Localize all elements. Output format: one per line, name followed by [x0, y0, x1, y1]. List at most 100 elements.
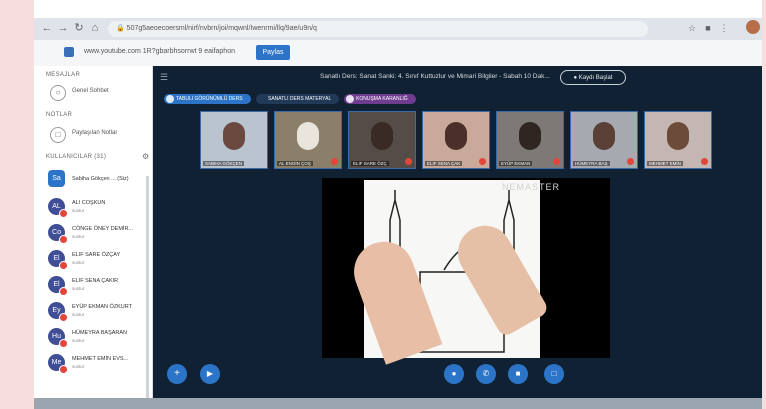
section-messages: MESAJLAR	[46, 72, 81, 78]
shared-notes-item[interactable]: □ Paylaşılan Notlar	[48, 124, 144, 144]
participant-image	[667, 122, 689, 150]
video-tile[interactable]: EYÜP EKMAN	[496, 111, 564, 169]
user-status: sustur	[72, 338, 85, 343]
user-name: ELIF SARE ÖZÇAY	[72, 252, 121, 258]
user-item[interactable]: Hu HÜMEYRA BAŞARAN sustur	[48, 326, 144, 348]
menu-icon[interactable]: ⋮	[718, 22, 730, 34]
person-icon	[346, 95, 354, 103]
participant-image	[223, 122, 245, 150]
video-tile[interactable]: MEHMET EMİN	[644, 111, 712, 169]
chip-label: TABULI GÖRÜNÜMLÜ DERS	[176, 96, 243, 102]
video-tile[interactable]: ELIF SENA ÇAK	[422, 111, 490, 169]
chip[interactable]: SANATLI DERS MATERYAL	[256, 94, 340, 104]
lock-icon: 🔒	[116, 25, 127, 32]
user-status: sustur	[72, 234, 85, 239]
screen-share-button[interactable]: □	[544, 364, 564, 384]
screen: ← → ↻ ⌂ 🔒 507g5aeoecoersml/nirf/nvbrn/jo…	[34, 0, 762, 409]
user-status: sustur	[72, 286, 85, 291]
user-status: sustur	[72, 260, 85, 265]
video-tile[interactable]: ELIF SARE ÖZÇ	[348, 111, 416, 169]
camera-button[interactable]: ■	[508, 364, 528, 384]
add-button[interactable]: +	[167, 364, 187, 384]
address-bar[interactable]: 🔒 507g5aeoecoersml/nirf/nvbrn/joi/mqwnl/…	[108, 21, 648, 37]
tile-label: MEHMET EMİN	[647, 161, 683, 166]
tile-label: SABIHA GÖKÇEN	[203, 161, 245, 166]
participant-image	[593, 122, 615, 150]
share-icon: ▶	[206, 369, 214, 378]
notes-icon: □	[50, 127, 66, 143]
muted-icon	[59, 339, 68, 348]
phone-button[interactable]: ✆	[476, 364, 496, 384]
muted-icon	[59, 235, 68, 244]
participant-image	[297, 122, 319, 150]
gear-icon[interactable]: ⚙	[142, 152, 149, 161]
user-name: ELIF SENA ÇAKIR	[72, 278, 119, 284]
tile-label: ELIF SARE ÖZÇ	[351, 161, 389, 166]
user-status: sustur	[72, 208, 85, 213]
tile-label: AL ENGİN ÇOŞ	[277, 161, 313, 166]
tile-label: HÜMEYRA BAŞ	[573, 161, 610, 166]
info-button[interactable]: Paylas	[256, 45, 290, 60]
url-text: 507g5aeoecoersml/nirf/nvbrn/joi/mqwnl/Iw…	[126, 25, 317, 32]
user-item[interactable]: Me MEHMET EMİN EVS... sustur	[48, 352, 144, 374]
chip[interactable]: TABULI GÖRÜNÜMLÜ DERS	[164, 94, 251, 104]
meeting-app: MESAJLAR ○ Genel Sohbet NOTLAR □ Paylaşı…	[34, 66, 762, 398]
back-icon[interactable]: ←	[40, 21, 54, 35]
avatar: Sa	[48, 170, 65, 187]
user-name: HÜMEYRA BAŞARAN	[72, 330, 128, 336]
user-name: Sabiha Gökçen ... (Siz)	[72, 176, 129, 182]
user-status: sustur	[72, 364, 85, 369]
participant-image	[519, 122, 541, 150]
muted-icon	[553, 158, 560, 165]
tile-label: EYÜP EKMAN	[499, 161, 533, 166]
tile-label: ELIF SENA ÇAK	[425, 161, 463, 166]
home-icon[interactable]: ⌂	[88, 21, 102, 35]
camera-icon: ■	[515, 369, 521, 378]
user-item[interactable]: El ELIF SENA ÇAKIR sustur	[48, 274, 144, 296]
chip-label: KONUŞMA KARANLIĞ	[356, 96, 408, 102]
user-name: CÖNGE ÖNEY DEMİR...	[72, 226, 134, 232]
forward-icon[interactable]: →	[56, 21, 70, 35]
participant-image	[445, 122, 467, 150]
muted-icon	[405, 158, 412, 165]
muted-icon	[59, 209, 68, 218]
section-notes: NOTLAR	[46, 112, 73, 118]
user-item[interactable]: Co CÖNGE ÖNEY DEMİR... sustur	[48, 222, 144, 244]
user-item[interactable]: AL ALI COŞKUN sustur	[48, 196, 144, 218]
user-item[interactable]: Ey EYÜP EKMAN ÖZKURT sustur	[48, 300, 144, 322]
muted-icon	[59, 287, 68, 296]
shared-video[interactable]: NEMASTER	[322, 178, 610, 365]
section-users: KULLANICILAR (31)	[46, 154, 107, 160]
profile-avatar[interactable]	[746, 20, 760, 34]
user-status: sustur	[72, 312, 85, 317]
info-icon	[64, 47, 74, 57]
extension-icon[interactable]: ■	[702, 22, 714, 34]
chat-icon: ○	[50, 85, 66, 101]
mic-button[interactable]: ●	[444, 364, 464, 384]
user-item[interactable]: Sa Sabiha Gökçen ... (Siz)	[48, 168, 144, 190]
muted-icon	[627, 158, 634, 165]
record-button[interactable]: ● Kaydı Başlat	[560, 70, 626, 85]
chip-label: SANATLI DERS MATERYAL	[268, 96, 332, 102]
sidebar-scrollbar[interactable]	[146, 176, 149, 398]
user-name: MEHMET EMİN EVS...	[72, 356, 129, 362]
record-label: Kaydı Başlat	[578, 75, 613, 81]
public-chat-item[interactable]: ○ Genel Sohbet	[48, 82, 144, 102]
mic-icon: ●	[451, 369, 457, 378]
user-item[interactable]: El ELIF SARE ÖZÇAY sustur	[48, 248, 144, 270]
video-tile[interactable]: AL ENGİN ÇOŞ	[274, 111, 342, 169]
shared-notes-label: Paylaşılan Notlar	[72, 130, 118, 136]
add-icon: +	[174, 368, 180, 379]
reload-icon[interactable]: ↻	[72, 21, 86, 35]
chip[interactable]: KONUŞMA KARANLIĞ	[344, 94, 416, 104]
video-tile[interactable]: HÜMEYRA BAŞ	[570, 111, 638, 169]
video-watermark: NEMASTER	[502, 182, 561, 192]
muted-icon	[479, 158, 486, 165]
users-toggle-icon[interactable]: ☰	[160, 72, 168, 83]
share-button[interactable]: ▶	[200, 364, 220, 384]
participant-image	[371, 122, 393, 150]
video-tile[interactable]: SABIHA GÖKÇEN	[200, 111, 268, 169]
star-icon[interactable]: ☆	[686, 22, 698, 34]
browser-toolbar: ← → ↻ ⌂ 🔒 507g5aeoecoersml/nirf/nvbrn/jo…	[34, 18, 762, 40]
phone-icon: ✆	[482, 369, 490, 378]
